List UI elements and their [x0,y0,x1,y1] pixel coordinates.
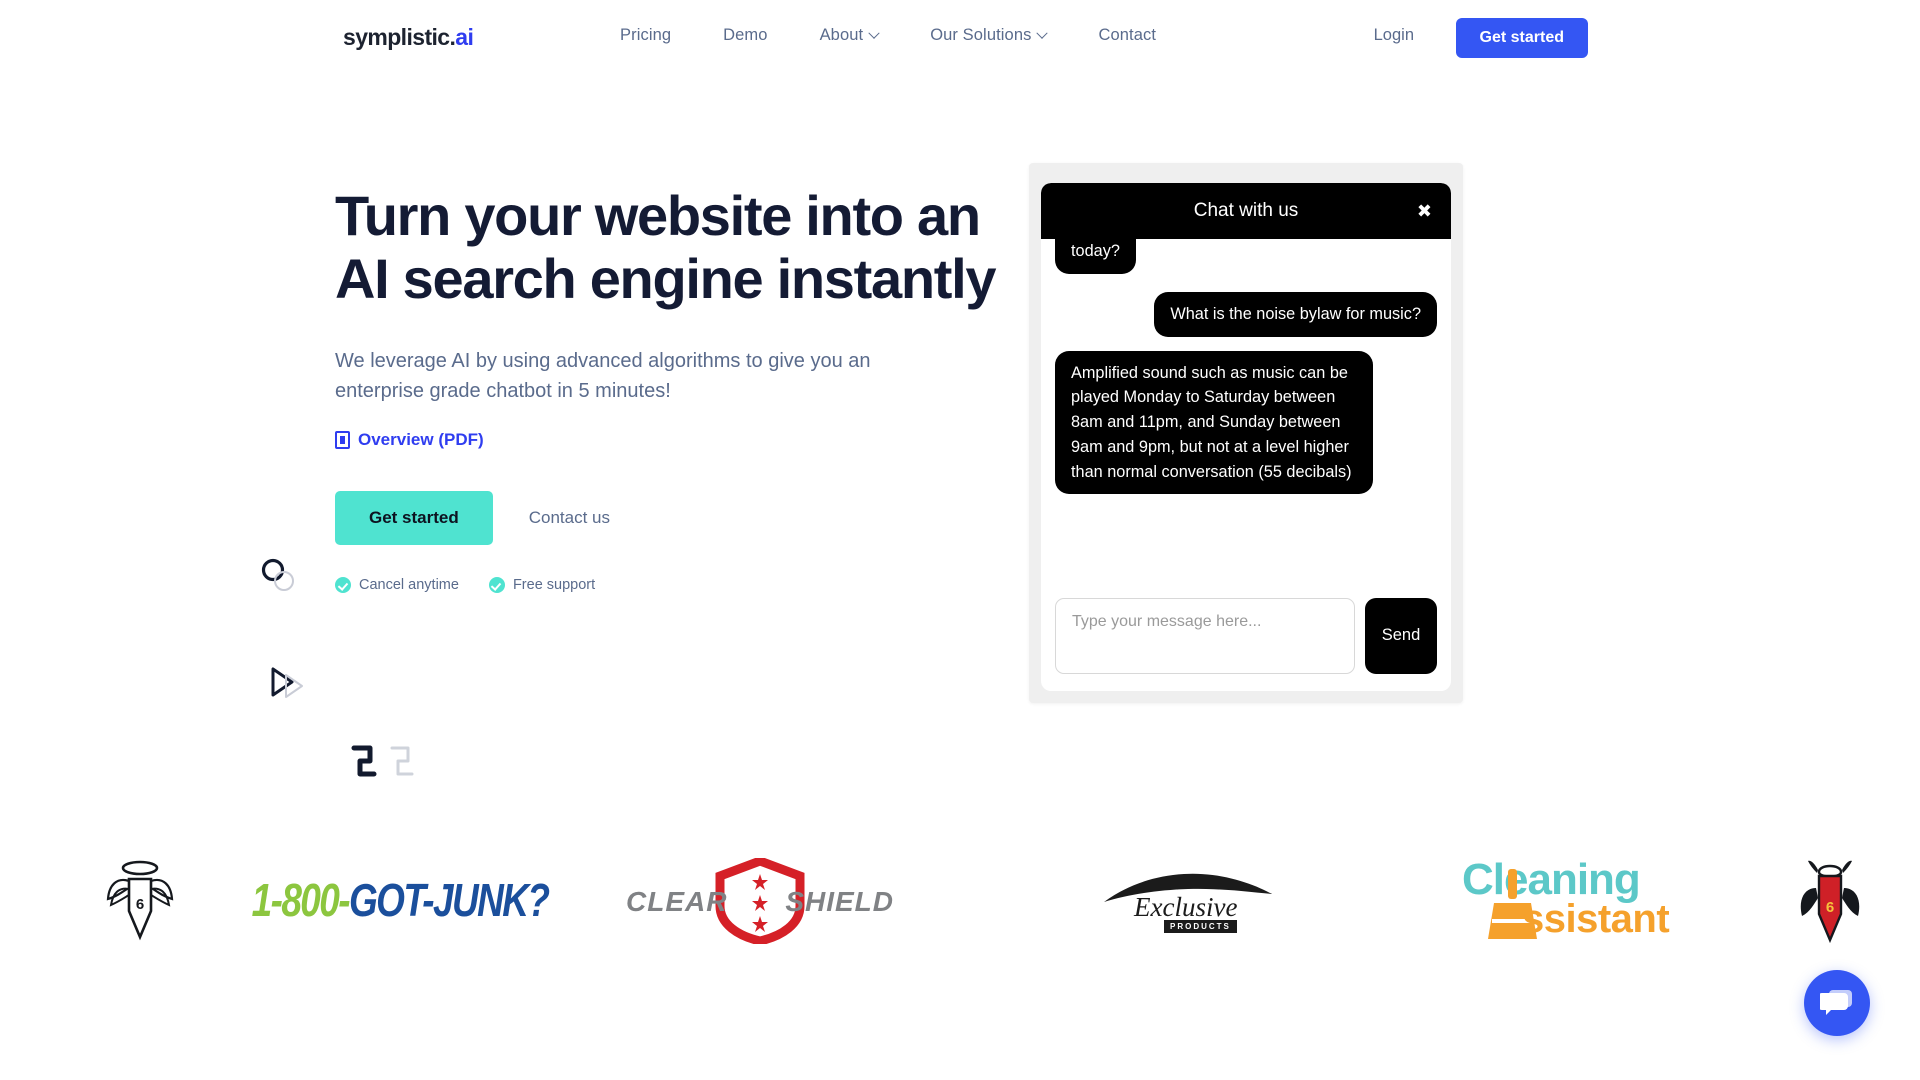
hero-get-started-button[interactable]: Get started [335,491,493,546]
logo-text: symplistic [343,24,450,50]
send-button[interactable]: Send [1365,597,1437,674]
chat-header: Chat with us ✖ [1041,183,1451,239]
nav-label: Our Solutions [930,26,1032,44]
logo-number: 6 [1826,899,1834,916]
site-header: symplistic.ai Pricing Demo About Our Sol… [0,0,1920,82]
check-circle-icon [488,577,505,594]
chat-composer: Send [1041,594,1451,691]
chat-widget-panel: Chat with us ✖ today? What is the noise … [1041,183,1451,691]
chat-message-user: What is the noise bylaw for music? [1154,291,1437,337]
feature-label: Free support [512,577,596,594]
chat-message-input[interactable] [1055,597,1355,674]
nav-item-demo[interactable]: Demo [723,26,767,45]
hero-cta-row: Get started Contact us [335,491,1015,546]
logo-cleaning-assistant: Cleaning ssistant [1430,838,1690,963]
overview-pdf-label: Overview (PDF) [358,430,484,450]
chat-title: Chat with us [1193,200,1299,221]
clear-shield-right: SHIELD [785,885,894,917]
clear-shield-left: CLEAR [626,885,728,917]
chat-bubbles-icon [1820,990,1852,1015]
devil-pencil-icon: 6 [1800,860,1860,943]
nav-item-pricing[interactable]: Pricing [620,26,671,45]
logo-accent: ai [455,24,474,50]
exclusive-wordmark: Exclusive [1134,891,1238,922]
chat-message-list[interactable]: today? What is the noise bylaw for music… [1041,239,1451,594]
hero-subtitle: We leverage AI by using advanced algorit… [335,350,871,402]
logo-number: 6 [136,896,144,913]
logo-angel-pencil: 6 [60,838,220,963]
got-junk-word: GOT-JUNK? [348,874,550,926]
overview-pdf-link[interactable]: Overview (PDF) [335,430,1015,450]
close-icon[interactable]: ✖ [1417,202,1432,220]
chat-message-bot: today? [1055,239,1136,274]
main-navigation: Pricing Demo About Our Solutions Contact [620,26,1156,45]
decorative-zigzag [351,745,414,777]
nav-label: Contact [1098,26,1157,44]
logo-exclusive-products: Exclusive PRODUCTS [1060,838,1320,963]
nav-label: Demo [723,26,768,44]
client-logo-strip: 6 1-800-GOT-JUNK? CLEAR SHIELD Exclusive… [0,838,1920,963]
nav-item-about[interactable]: About [819,26,880,45]
chevron-down-icon [1036,27,1049,39]
logo-1800-got-junk: 1-800-GOT-JUNK? [250,838,550,963]
pdf-document-icon [335,431,350,450]
hero-content: Turn your website into an AI search engi… [335,184,1015,594]
nav-label: About [819,26,864,44]
got-junk-number: 1-800- [251,874,351,926]
open-chat-button[interactable] [1804,970,1870,1036]
decorative-circles [261,558,294,591]
chat-widget: Chat with us ✖ today? What is the noise … [1029,163,1463,703]
hero-feature-list: Cancel anytime Free support [335,577,1015,594]
feature-label: Cancel anytime [359,577,459,594]
nav-item-our-solutions[interactable]: Our Solutions [930,26,1049,45]
site-logo[interactable]: symplistic.ai [343,24,474,51]
logo-devil-pencil: 6 [1760,838,1900,963]
check-circle-icon [335,577,351,594]
nav-item-contact[interactable]: Contact [1098,26,1156,45]
exclusive-subtitle: PRODUCTS [1164,919,1237,933]
header-get-started-button[interactable]: Get started [1455,18,1588,58]
feature-cancel-anytime: Cancel anytime [335,577,459,594]
contact-us-link[interactable]: Contact us [511,508,628,528]
decorative-cursor-arrow [271,667,303,698]
nav-label: Pricing [620,26,672,44]
logo-clear-shield: CLEAR SHIELD [600,838,920,963]
feature-free-support: Free support [488,577,596,594]
assistant-word: ssistant [1522,896,1670,941]
page-title: Turn your website into an AI search engi… [335,184,996,310]
chat-message-bot: Amplified sound such as music can be pla… [1055,350,1373,495]
angel-pencil-icon: 6 [106,860,174,940]
login-link[interactable]: Login [1374,26,1414,45]
chevron-down-icon [868,27,880,39]
